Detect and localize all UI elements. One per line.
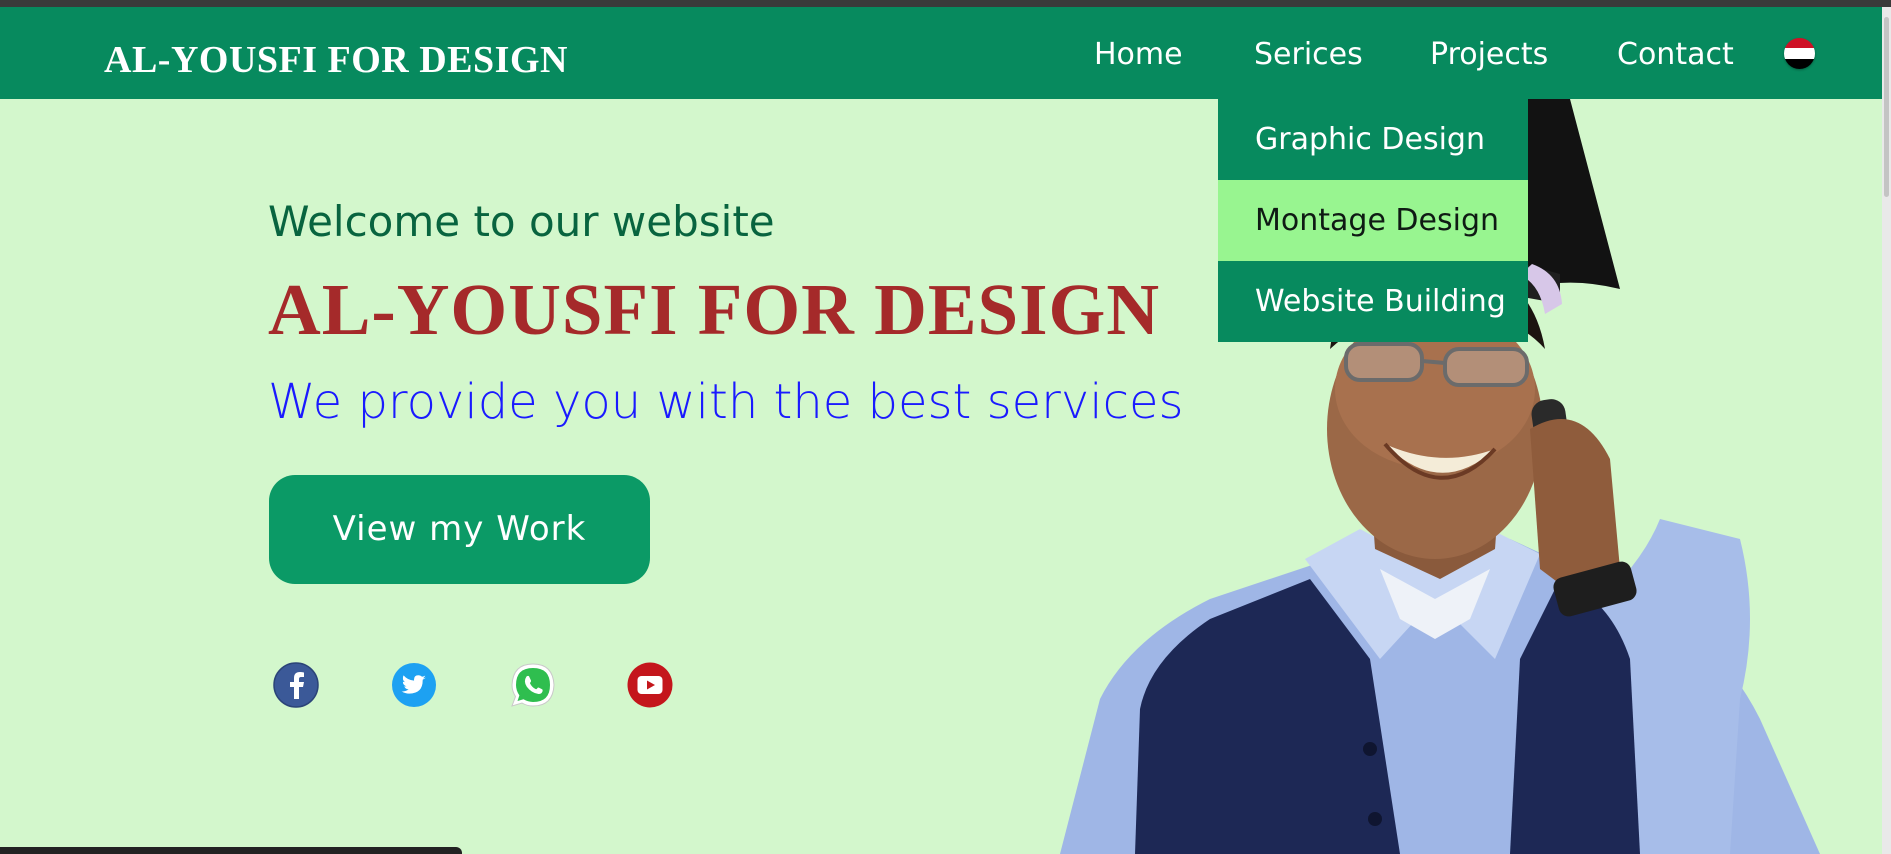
- nav-projects-link[interactable]: Projects: [1430, 37, 1548, 72]
- welcome-text: Welcome to our website: [268, 197, 775, 246]
- brand-logo-text[interactable]: AL-YOUSFI FOR DESIGN: [104, 38, 568, 82]
- hero-headline: AL-YOUSFI FOR DESIGN: [268, 269, 1161, 350]
- menu-item-graphic-design[interactable]: Graphic Design: [1218, 99, 1528, 180]
- nav-services-link[interactable]: Serices: [1254, 37, 1363, 72]
- facebook-icon[interactable]: [273, 662, 319, 708]
- menu-item-montage-design[interactable]: Montage Design: [1218, 180, 1528, 261]
- top-navbar: AL-YOUSFI FOR DESIGN Home Serices Projec…: [0, 7, 1882, 99]
- hero-tagline: We provide you with the best services: [268, 374, 1184, 430]
- yemen-flag-icon[interactable]: [1784, 38, 1815, 69]
- services-dropdown-menu: Graphic Design Montage Design Website Bu…: [1218, 99, 1528, 342]
- bottom-status-bar: [0, 847, 462, 854]
- scrollbar-thumb[interactable]: [1884, 17, 1889, 197]
- view-my-work-button[interactable]: View my Work: [269, 475, 650, 584]
- window-top-strip: [0, 0, 1891, 7]
- menu-item-website-building[interactable]: Website Building: [1218, 261, 1528, 342]
- youtube-icon[interactable]: [627, 662, 673, 708]
- twitter-icon[interactable]: [391, 662, 437, 708]
- nav-contact-link[interactable]: Contact: [1617, 37, 1734, 72]
- whatsapp-icon[interactable]: [510, 662, 556, 708]
- nav-home-link[interactable]: Home: [1094, 37, 1183, 72]
- vertical-scrollbar[interactable]: [1882, 7, 1891, 854]
